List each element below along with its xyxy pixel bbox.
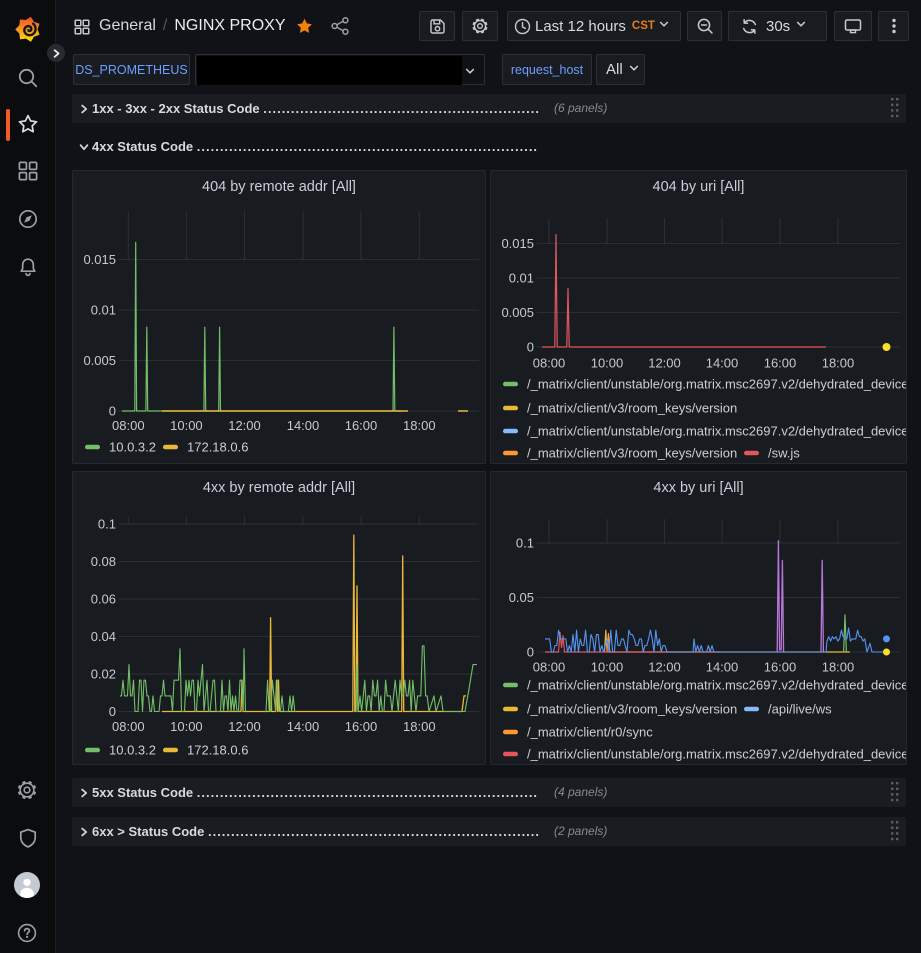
svg-text:10.0.3.2: 10.0.3.2: [109, 440, 156, 455]
svg-text:08:00: 08:00: [533, 356, 566, 371]
svg-text:172.18.0.6: 172.18.0.6: [187, 440, 248, 455]
svg-text:/sw.js: /sw.js: [768, 446, 800, 461]
svg-text:/_matrix/client/unstable/org.m: /_matrix/client/unstable/org.matrix.msc2…: [527, 747, 907, 762]
svg-text:0.005: 0.005: [501, 305, 534, 320]
svg-text:/_matrix/client/v3/room_keys/v: /_matrix/client/v3/room_keys/version: [527, 446, 737, 461]
svg-text:12:00: 12:00: [228, 418, 261, 433]
svg-text:10:00: 10:00: [170, 719, 203, 734]
svg-text:0.08: 0.08: [91, 554, 116, 569]
svg-text:10.0.3.2: 10.0.3.2: [109, 743, 156, 758]
svg-text:16:00: 16:00: [345, 418, 378, 433]
svg-text:16:00: 16:00: [764, 660, 797, 675]
svg-text:/_matrix/client/unstable/org.m: /_matrix/client/unstable/org.matrix.msc2…: [527, 424, 907, 439]
svg-text:12:00: 12:00: [228, 719, 261, 734]
svg-text:14:00: 14:00: [706, 356, 739, 371]
svg-text:14:00: 14:00: [287, 719, 320, 734]
svg-text:18:00: 18:00: [822, 660, 855, 675]
svg-text:18:00: 18:00: [403, 719, 436, 734]
svg-text:/_matrix/client/v3/room_keys/v: /_matrix/client/v3/room_keys/version: [527, 702, 737, 717]
svg-text:0.02: 0.02: [91, 667, 116, 682]
svg-text:/_matrix/client/unstable/org.m: /_matrix/client/unstable/org.matrix.msc2…: [527, 377, 907, 392]
svg-text:0.06: 0.06: [91, 592, 116, 607]
svg-text:/_matrix/client/v3/room_keys/v: /_matrix/client/v3/room_keys/version: [527, 401, 737, 416]
svg-text:0: 0: [527, 340, 534, 355]
svg-text:10:00: 10:00: [591, 660, 624, 675]
svg-text:0.015: 0.015: [83, 252, 116, 267]
svg-text:08:00: 08:00: [533, 660, 566, 675]
svg-text:/_matrix/client/unstable/org.m: /_matrix/client/unstable/org.matrix.msc2…: [527, 678, 907, 693]
svg-text:0.1: 0.1: [98, 517, 116, 532]
svg-text:16:00: 16:00: [764, 356, 797, 371]
svg-text:12:00: 12:00: [648, 356, 681, 371]
svg-text:/_matrix/client/r0/sync: /_matrix/client/r0/sync: [527, 725, 653, 740]
svg-text:0.05: 0.05: [509, 590, 534, 605]
svg-text:0: 0: [109, 704, 116, 719]
svg-text:18:00: 18:00: [822, 356, 855, 371]
svg-text:12:00: 12:00: [648, 660, 681, 675]
svg-text:16:00: 16:00: [345, 719, 378, 734]
svg-text:0.01: 0.01: [91, 303, 116, 318]
svg-text:0.015: 0.015: [501, 236, 534, 251]
svg-text:0: 0: [527, 645, 534, 660]
svg-text:14:00: 14:00: [287, 418, 320, 433]
svg-text:0.005: 0.005: [83, 353, 116, 368]
svg-text:172.18.0.6: 172.18.0.6: [187, 743, 248, 758]
svg-text:10:00: 10:00: [170, 418, 203, 433]
svg-text:0.01: 0.01: [509, 271, 534, 286]
svg-text:0.1: 0.1: [516, 536, 534, 551]
svg-text:0.04: 0.04: [91, 629, 116, 644]
svg-text:14:00: 14:00: [706, 660, 739, 675]
svg-text:08:00: 08:00: [112, 418, 145, 433]
svg-text:0: 0: [109, 404, 116, 419]
svg-text:10:00: 10:00: [591, 356, 624, 371]
svg-text:08:00: 08:00: [112, 719, 145, 734]
svg-text:18:00: 18:00: [403, 418, 436, 433]
svg-text:/api/live/ws: /api/live/ws: [768, 702, 832, 717]
